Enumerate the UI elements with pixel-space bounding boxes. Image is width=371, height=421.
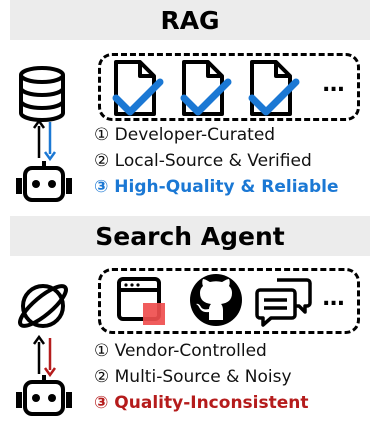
search-line-2: ② Multi-Source & Noisy: [94, 367, 292, 387]
search-agent-header: Search Agent: [10, 216, 370, 256]
github-icon: [190, 274, 242, 326]
chat-bubbles-icon: [255, 278, 312, 327]
robot-icon: [16, 161, 72, 202]
rag-header: RAG: [10, 0, 370, 40]
document-check-icon: [248, 60, 300, 116]
browser-window-icon: [117, 277, 165, 325]
document-check-icon: [112, 60, 164, 116]
search-agent-title: Search Agent: [95, 221, 285, 251]
rag-title: RAG: [160, 5, 220, 35]
search-line-3: ③ Quality-Inconsistent: [94, 393, 309, 413]
bidirectional-arrows-icon: [32, 118, 57, 162]
rag-line-2: ② Local-Source & Verified: [94, 151, 312, 171]
rag-line-1: ① Developer-Curated: [94, 125, 276, 145]
bidirectional-arrows-icon: [32, 334, 57, 378]
robot-icon: [16, 375, 72, 416]
document-check-icon: [180, 60, 232, 116]
search-ellipsis: ...: [322, 286, 345, 311]
rag-ellipsis: ...: [322, 72, 345, 97]
search-line-1: ① Vendor-Controlled: [94, 341, 267, 361]
rag-line-3: ③ High-Quality & Reliable: [94, 177, 339, 197]
database-icon: [19, 66, 65, 122]
internet-globe-icon: [18, 284, 68, 328]
